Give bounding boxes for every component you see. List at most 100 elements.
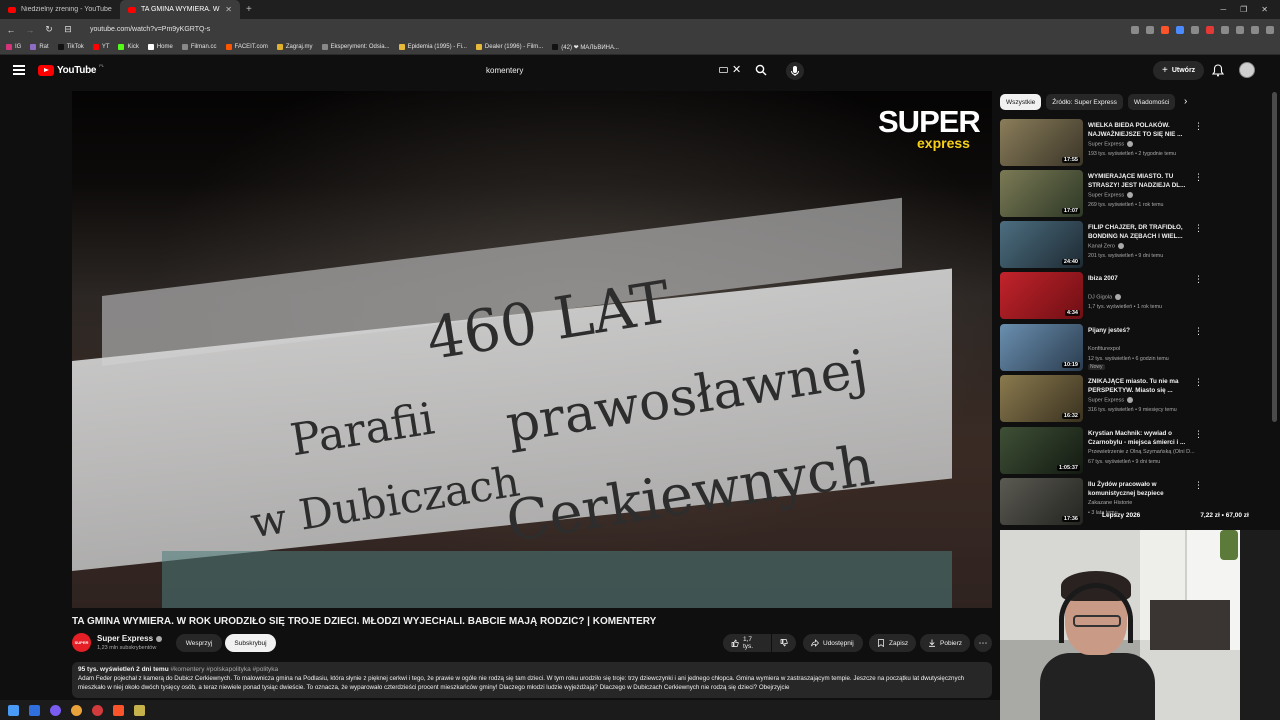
- new-tab-button[interactable]: +: [240, 4, 258, 15]
- hamburger-menu-icon[interactable]: [13, 65, 25, 75]
- hashtags[interactable]: #komentery #polskapolityka #polityka: [170, 666, 278, 673]
- bookmark[interactable]: Rat: [30, 44, 49, 50]
- back-icon[interactable]: ←: [6, 25, 16, 35]
- bookmark[interactable]: Dealer (1996) - Film...: [475, 44, 543, 50]
- more-vertical-icon[interactable]: ⋮: [1194, 121, 1203, 132]
- more-vertical-icon[interactable]: ⋮: [1194, 480, 1203, 491]
- recommended-video[interactable]: 4:34 Ibiza 2007 DJ Gigola 1,7 tys. wyświ…: [1000, 272, 1205, 320]
- dislike-button[interactable]: [772, 634, 796, 652]
- bookmark[interactable]: Zagraj.my: [276, 44, 313, 50]
- minimize-icon[interactable]: ─: [1220, 5, 1226, 14]
- clear-search-icon[interactable]: ✕: [732, 63, 741, 76]
- webcam-background: [1220, 530, 1238, 560]
- app-icon[interactable]: [92, 704, 103, 716]
- chip-news[interactable]: Wiadomości: [1127, 94, 1176, 110]
- chip-source[interactable]: Źródło: Super Express: [1046, 94, 1123, 110]
- recommended-channel: Przewietrzenie z Olną Szymańską (Olni D.…: [1088, 449, 1195, 455]
- subscribe-button[interactable]: Subskrybuj: [225, 634, 276, 652]
- close-window-icon[interactable]: ✕: [1261, 5, 1268, 14]
- more-vertical-icon[interactable]: ⋮: [1194, 223, 1203, 234]
- share-button[interactable]: Udostępnij: [803, 634, 863, 652]
- recommended-video[interactable]: 16:32 ZNIKAJĄCE miasto. Tu nie ma PERSPE…: [1000, 375, 1205, 423]
- star-icon[interactable]: [1146, 25, 1154, 34]
- channel-avatar[interactable]: SUPER: [72, 633, 91, 652]
- youtube-icon: [92, 44, 99, 50]
- chrome-icon[interactable]: [71, 704, 82, 716]
- video-duration: 17:07: [1061, 208, 1080, 214]
- microphone-icon[interactable]: [786, 62, 804, 80]
- video-description[interactable]: 95 tys. wyświetleń 2 dni temu #komentery…: [72, 662, 992, 698]
- more-vertical-icon[interactable]: ⋮: [1194, 274, 1203, 285]
- support-button[interactable]: Wesprzyj: [176, 634, 222, 652]
- bookmark[interactable]: (42) ❤ МАЛЬВИНА...: [552, 44, 619, 51]
- bookmark[interactable]: Home: [147, 44, 173, 50]
- account-avatar[interactable]: [1239, 62, 1255, 78]
- video-thumbnail[interactable]: 4:34: [1000, 272, 1083, 319]
- recommended-video[interactable]: 10:19 Pijany jesteś? Konfiturexpol 12 ty…: [1000, 324, 1205, 372]
- maximize-icon[interactable]: ❐: [1240, 5, 1247, 14]
- app-icon[interactable]: [50, 704, 61, 716]
- bookmark[interactable]: Kick: [118, 44, 139, 50]
- bookmark[interactable]: YT: [92, 44, 109, 50]
- brave-shield-icon[interactable]: [1161, 25, 1169, 34]
- recommended-title: Pijany jesteś?: [1088, 327, 1130, 334]
- search-icon[interactable]: [755, 64, 767, 76]
- bookmark-page-icon[interactable]: ⊟: [63, 24, 73, 35]
- more-vertical-icon[interactable]: ⋮: [1194, 429, 1203, 440]
- app-icon[interactable]: [134, 704, 145, 716]
- extension-icon[interactable]: [1176, 25, 1184, 34]
- close-tab-icon[interactable]: ✕: [225, 5, 232, 14]
- more-vertical-icon[interactable]: ⋮: [1194, 326, 1203, 337]
- download-button[interactable]: Pobierz: [920, 634, 970, 652]
- video-thumbnail[interactable]: 10:19: [1000, 324, 1083, 371]
- recommended-channel: Super Express: [1088, 397, 1134, 403]
- search-input[interactable]: [478, 61, 708, 80]
- profile-icon[interactable]: [1251, 25, 1259, 34]
- recommended-video[interactable]: 1:05:37 Krystian Machnik: wywiad o Czarn…: [1000, 427, 1205, 475]
- notifications-bell-icon[interactable]: [1212, 64, 1224, 77]
- like-button[interactable]: 1,7 tys.: [723, 634, 771, 652]
- save-button[interactable]: Zapisz: [869, 634, 916, 652]
- bookmark[interactable]: FACEIT.com: [225, 44, 268, 50]
- url-field[interactable]: youtube.com/watch?v=Pm9yKGRTQ-s: [90, 26, 210, 33]
- channel-name[interactable]: Super Express: [97, 634, 163, 643]
- bookmark[interactable]: Filman.cc: [181, 44, 217, 50]
- puzzle-icon[interactable]: [1221, 25, 1229, 34]
- page-scrollbar[interactable]: [1272, 92, 1277, 422]
- reload-icon[interactable]: ↻: [44, 24, 54, 35]
- more-vertical-icon[interactable]: ⋮: [1194, 172, 1203, 183]
- browser-tab-active[interactable]: TA GMINA WYMIERA. W ROK ✕: [120, 0, 240, 19]
- webcam-background: [1150, 600, 1230, 650]
- video-thumbnail[interactable]: 24:40: [1000, 221, 1083, 268]
- video-thumbnail[interactable]: 17:07: [1000, 170, 1083, 217]
- recommended-video[interactable]: 17:55 WIELKA BIEDA POLAKÓW. NAJWAŻNIEJSZ…: [1000, 119, 1205, 167]
- video-player[interactable]: 460 LAT Parafii prawosławnej w Dubiczach…: [72, 91, 992, 608]
- bookmark[interactable]: IG: [6, 44, 21, 50]
- browser-tab[interactable]: Niedzielny żrening - YouTube: [0, 0, 120, 19]
- chip-all[interactable]: Wszystkie: [1000, 94, 1042, 110]
- youtube-logo[interactable]: YouTube PL: [38, 63, 104, 76]
- bookmark[interactable]: Epidemia (1995) - Fi...: [398, 44, 467, 50]
- more-vertical-icon[interactable]: ⋮: [1194, 377, 1203, 388]
- video-thumbnail[interactable]: 16:32: [1000, 375, 1083, 422]
- video-thumbnail[interactable]: 1:05:37: [1000, 427, 1083, 474]
- keyboard-icon[interactable]: [719, 67, 728, 73]
- recommended-video[interactable]: 17:07 WYMIERAJĄCE MIASTO. TU STRASZY! JE…: [1000, 170, 1205, 218]
- video-thumbnail[interactable]: 17:36: [1000, 478, 1083, 525]
- bookmark[interactable]: Eksperyment: Odsia...: [321, 44, 390, 50]
- brave-icon[interactable]: [113, 704, 124, 716]
- menu-icon[interactable]: [1266, 25, 1274, 34]
- bookmark[interactable]: TikTok: [57, 44, 84, 50]
- more-actions-button[interactable]: ⋯: [974, 634, 992, 652]
- extension-icon[interactable]: [1191, 25, 1199, 34]
- cast-icon[interactable]: [1131, 25, 1139, 34]
- video-thumbnail[interactable]: 17:55: [1000, 119, 1083, 166]
- windows-start-icon[interactable]: [8, 704, 19, 716]
- create-button[interactable]: + Utwórz: [1153, 61, 1205, 80]
- recommended-video[interactable]: 24:40 FILIP CHAJZER, DR TRAFIDŁO, BONDIN…: [1000, 221, 1205, 269]
- app-icon[interactable]: [29, 704, 40, 716]
- extension-icon[interactable]: [1206, 25, 1214, 34]
- chevron-right-icon[interactable]: ›: [1184, 96, 1187, 107]
- forward-icon[interactable]: →: [25, 25, 35, 35]
- download-icon[interactable]: [1236, 25, 1244, 34]
